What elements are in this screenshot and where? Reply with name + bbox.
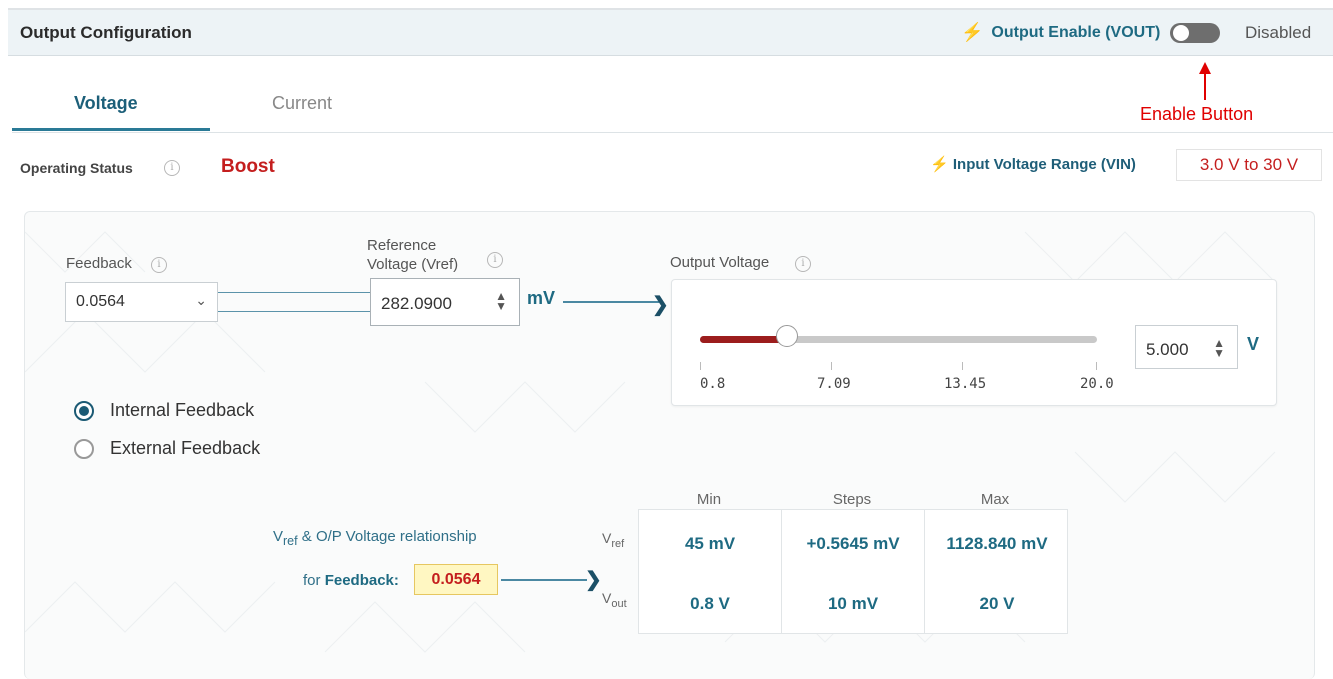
output-enable-status: Disabled — [1245, 23, 1312, 42]
tab-current[interactable]: Current — [272, 93, 332, 114]
radio-unchecked-icon — [74, 438, 94, 459]
column-header-steps: Steps — [832, 491, 872, 508]
row-subscript: out — [611, 597, 627, 610]
reference-voltage-label: Reference Voltage (Vref) — [367, 236, 458, 274]
slider-tick-label: 0.8 — [700, 376, 726, 392]
input-voltage-range-label-group: ⚡ Input Voltage Range (VIN) — [930, 155, 1136, 173]
row-symbol: V — [602, 590, 612, 606]
output-voltage-unit: V — [1247, 334, 1260, 354]
vout-steps-value: 10 mV — [827, 594, 879, 613]
output-voltage-value: 5.000 — [1146, 340, 1189, 359]
spinner-icon[interactable]: ▲ ▼ — [1213, 337, 1225, 359]
feedback-value-badge: 0.0564 — [414, 564, 498, 595]
output-voltage-input[interactable]: 5.000 ▲ ▼ — [1135, 325, 1238, 369]
steps-column: +0.5645 mV 10 mV — [782, 510, 925, 633]
output-voltage-slider-fill — [700, 336, 787, 343]
spinner-icon[interactable]: ▲ ▼ — [495, 290, 507, 312]
radio-checked-icon — [74, 400, 94, 421]
info-icon[interactable]: i — [795, 256, 811, 272]
external-feedback-label: External Feedback — [110, 438, 261, 458]
relationship-title: Vref & O/P Voltage relationship — [273, 528, 477, 548]
reference-voltage-label-line2: Voltage (Vref) — [367, 256, 459, 273]
input-voltage-range-label: Input Voltage Range (VIN) — [952, 156, 1136, 173]
relationship-table: 45 mV 0.8 V +0.5645 mV 10 mV 1128.840 mV… — [638, 509, 1068, 634]
vref-min-value: 45 mV — [684, 534, 736, 553]
row-symbol: V — [602, 530, 612, 546]
output-voltage-slider-handle[interactable] — [775, 325, 798, 347]
row-label-vref: Vref — [602, 530, 624, 550]
reference-voltage-value: 282.0900 — [381, 294, 452, 313]
vref-subscript: ref — [283, 534, 298, 548]
voltage-config-panel: Feedback i Reference Voltage (Vref) i Ou… — [24, 211, 1315, 679]
feedback-label: Feedback — [66, 255, 132, 272]
arrow-right-icon: ❯ — [652, 294, 669, 316]
arrow-right-icon: ❯ — [585, 569, 602, 591]
arrow-line — [501, 579, 587, 581]
reference-voltage-unit: mV — [527, 288, 556, 308]
vref-steps-value: +0.5645 mV — [806, 534, 900, 553]
slider-tick-label: 7.09 — [817, 376, 851, 392]
info-icon[interactable]: i — [487, 252, 503, 268]
header-title: Output Configuration — [20, 23, 192, 42]
slider-tick — [700, 362, 701, 370]
column-header-min: Min — [696, 491, 722, 508]
slider-tick-label: 20.0 — [1080, 376, 1114, 392]
internal-feedback-label: Internal Feedback — [110, 400, 255, 420]
operating-status-value: Boost — [221, 156, 275, 177]
output-voltage-slider-track[interactable] — [700, 336, 1097, 343]
vout-max-value: 20 V — [979, 594, 1015, 613]
annotation-label: Enable Button — [1140, 104, 1254, 124]
vref-symbol: V — [273, 528, 284, 545]
relationship-for-label: for Feedback: — [303, 572, 399, 589]
internal-feedback-radio[interactable]: Internal Feedback — [74, 400, 254, 421]
annotation-arrow-icon — [1199, 62, 1211, 100]
lightning-icon: ⚡ — [930, 156, 949, 173]
relationship-title-text: & O/P Voltage relationship — [297, 528, 477, 545]
row-subscript: ref — [611, 537, 625, 550]
max-column: 1128.840 mV 20 V — [925, 510, 1069, 633]
output-voltage-card: 0.8 7.09 13.45 20.0 5.000 ▲ ▼ V — [671, 279, 1277, 406]
vout-min-value: 0.8 V — [690, 594, 730, 613]
lightning-icon: ⚡ — [961, 22, 984, 42]
info-icon[interactable]: i — [164, 160, 180, 176]
reference-voltage-input[interactable]: 282.0900 ▲ ▼ — [370, 278, 520, 326]
external-feedback-radio[interactable]: External Feedback — [74, 438, 260, 459]
operating-status-label: Operating Status — [20, 160, 133, 176]
slider-tick — [962, 362, 963, 370]
feedback-label-inline: Feedback: — [324, 572, 399, 589]
tab-divider — [12, 132, 1333, 133]
output-enable-toggle[interactable] — [1170, 22, 1221, 43]
feedback-select-value: 0.0564 — [76, 293, 125, 310]
input-voltage-range-value: 3.0 V to 30 V — [1176, 149, 1322, 181]
connector-line — [218, 292, 370, 312]
for-text: for — [303, 572, 321, 589]
column-header-max: Max — [980, 491, 1010, 508]
vref-max-value: 1128.840 mV — [946, 534, 1048, 553]
tab-voltage[interactable]: Voltage — [74, 93, 138, 114]
slider-tick — [1096, 362, 1097, 370]
output-configuration-header: Output Configuration ⚡ Output Enable (VO… — [8, 8, 1333, 56]
output-enable-control: ⚡ Output Enable (VOUT) — [961, 22, 1221, 43]
slider-tick — [831, 362, 832, 370]
info-icon[interactable]: i — [151, 257, 167, 273]
active-tab-indicator — [12, 128, 210, 131]
min-column: 45 mV 0.8 V — [639, 510, 782, 633]
slider-tick-label: 13.45 — [944, 376, 987, 392]
feedback-select[interactable]: 0.0564 ⌄ — [65, 282, 218, 322]
output-voltage-label: Output Voltage — [670, 254, 770, 271]
row-label-vout: Vout — [602, 590, 627, 610]
arrow-line — [563, 301, 659, 303]
chevron-down-icon: ⌄ — [195, 292, 207, 308]
toggle-knob — [1173, 24, 1190, 41]
reference-voltage-label-line1: Reference — [367, 237, 437, 254]
output-enable-label: Output Enable (VOUT) — [991, 23, 1161, 41]
